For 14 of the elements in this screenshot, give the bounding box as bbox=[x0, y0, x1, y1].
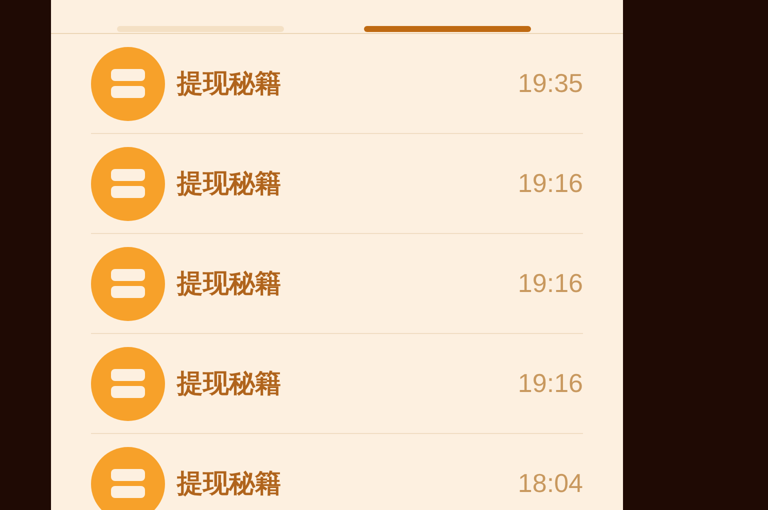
coin-stack-icon bbox=[91, 146, 165, 220]
message-title[interactable]: 提现秘籍 bbox=[177, 466, 506, 501]
message-time: 18:04 bbox=[518, 468, 583, 499]
coin-stack-icon bbox=[91, 46, 165, 120]
message-title[interactable]: 提现秘籍 bbox=[177, 366, 506, 401]
message-time: 19:16 bbox=[518, 368, 583, 399]
message-time: 19:35 bbox=[518, 68, 583, 99]
message-time: 19:16 bbox=[518, 168, 583, 199]
message-title[interactable]: 提现秘籍 bbox=[177, 266, 506, 301]
message-time: 19:16 bbox=[518, 268, 583, 299]
message-title[interactable]: 提现秘籍 bbox=[177, 66, 506, 101]
message-title[interactable]: 提现秘籍 bbox=[177, 166, 506, 201]
coin-stack-icon bbox=[91, 346, 165, 420]
coin-stack-icon bbox=[91, 246, 165, 320]
